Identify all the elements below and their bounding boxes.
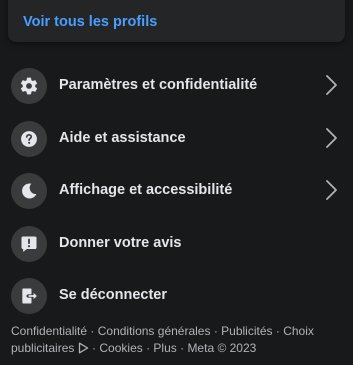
footer-separator: · <box>87 324 98 338</box>
footer-links: Confidentialité · Conditions générales ·… <box>11 323 343 357</box>
footer-separator: · <box>210 324 222 338</box>
menu-item-label: Se déconnecter <box>59 287 167 303</box>
footer-separator: · <box>142 341 154 355</box>
footer-ads-link[interactable]: Publicités <box>221 324 272 338</box>
help-icon <box>11 120 47 157</box>
footer-separator: · <box>176 341 188 355</box>
footer-more-link[interactable]: Plus <box>153 341 176 355</box>
feedback-icon <box>11 225 47 262</box>
moon-icon <box>11 173 47 209</box>
footer-copyright: Meta © 2023 <box>187 341 257 355</box>
menu-item-label: Aide et assistance <box>59 129 186 146</box>
menu-item-give-feedback[interactable]: Donner votre avis <box>0 216 353 269</box>
account-menu: Paramètres et confidentialité Aide et as… <box>0 58 353 321</box>
menu-item-label: Paramètres et confidentialité <box>59 77 258 93</box>
footer-terms-link[interactable]: Conditions générales <box>98 324 211 338</box>
footer-separator: · <box>88 341 100 355</box>
chevron-right-icon <box>325 126 339 150</box>
footer-separator: · <box>272 324 284 338</box>
gear-icon <box>11 68 47 104</box>
footer-privacy-link[interactable]: Confidentialité <box>11 324 87 338</box>
chevron-right-icon <box>325 178 339 202</box>
menu-item-settings-privacy[interactable]: Paramètres et confidentialité <box>0 58 353 111</box>
logout-icon <box>11 278 47 314</box>
chevron-right-icon <box>325 73 339 97</box>
menu-item-logout[interactable]: Se déconnecter <box>0 268 353 321</box>
see-all-profiles-link[interactable]: Voir tous les profils <box>23 14 157 30</box>
menu-item-label: Donner votre avis <box>59 234 182 251</box>
menu-item-label: Affichage et accessibilité <box>59 182 233 198</box>
footer-cookies-link[interactable]: Cookies <box>99 341 142 355</box>
adchoices-icon <box>78 342 88 354</box>
menu-item-help-support[interactable]: Aide et assistance <box>0 111 353 164</box>
menu-item-display-accessibility[interactable]: Affichage et accessibilité <box>0 163 353 216</box>
